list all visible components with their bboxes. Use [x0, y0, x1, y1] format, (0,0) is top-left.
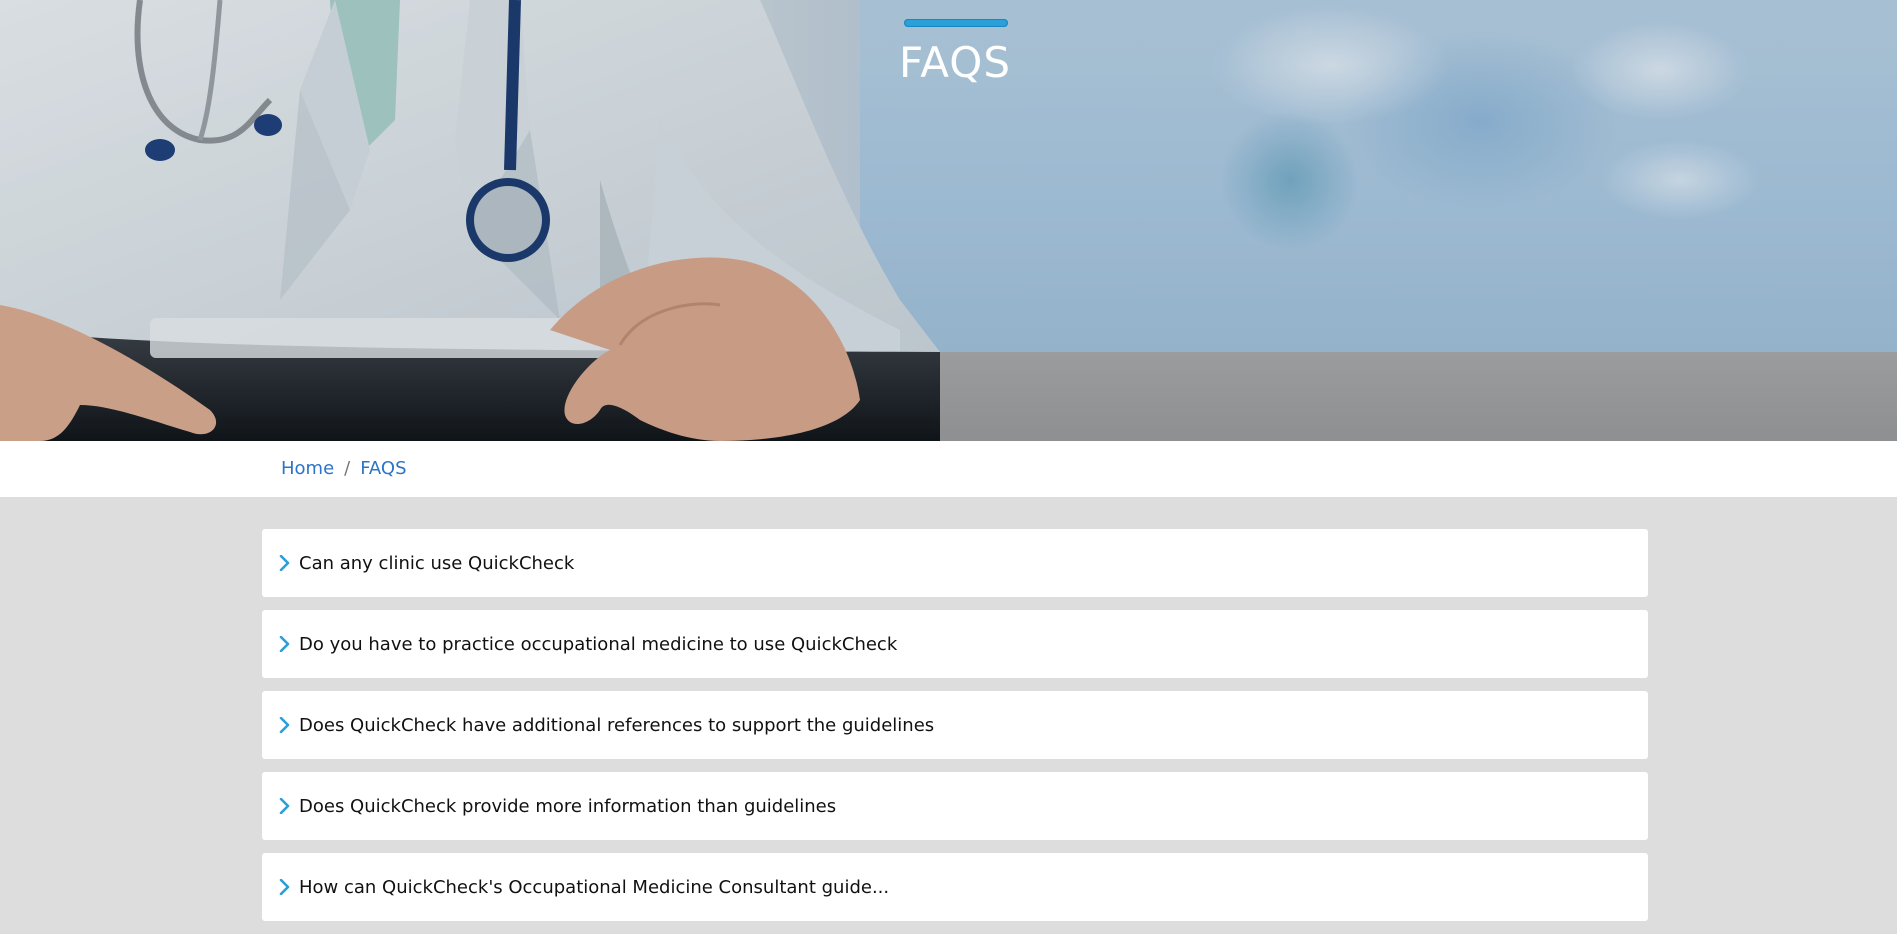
- chevron-right-icon: [279, 717, 290, 733]
- breadcrumb-current[interactable]: FAQS: [360, 458, 406, 479]
- faq-item[interactable]: Do you have to practice occupational med…: [262, 610, 1648, 678]
- title-accent-bar: [904, 19, 1008, 27]
- chevron-right-icon: [279, 555, 290, 571]
- breadcrumb-home-link[interactable]: Home: [281, 458, 334, 479]
- faq-item[interactable]: Can any clinic use QuickCheck: [262, 529, 1648, 597]
- faq-question: Can any clinic use QuickCheck: [299, 553, 575, 574]
- faq-item[interactable]: How can QuickCheck's Occupational Medici…: [262, 853, 1648, 921]
- faq-question: How can QuickCheck's Occupational Medici…: [299, 877, 890, 898]
- breadcrumb: Home / FAQS: [281, 458, 407, 479]
- faq-question: Does QuickCheck have additional referenc…: [299, 715, 935, 736]
- chevron-right-icon: [279, 798, 290, 814]
- chevron-right-icon: [279, 636, 290, 652]
- faq-item[interactable]: Does QuickCheck have additional referenc…: [262, 691, 1648, 759]
- chevron-right-icon: [279, 879, 290, 895]
- breadcrumb-bar: Home / FAQS: [0, 441, 1897, 497]
- faq-item[interactable]: Does QuickCheck provide more information…: [262, 772, 1648, 840]
- faq-list: Can any clinic use QuickCheck Do you hav…: [262, 529, 1648, 934]
- faq-question: Do you have to practice occupational med…: [299, 634, 898, 655]
- faq-question: Does QuickCheck provide more information…: [299, 796, 837, 817]
- page-title: FAQS: [898, 38, 1011, 87]
- hero-banner: FAQS: [0, 0, 1897, 441]
- breadcrumb-separator: /: [344, 458, 351, 479]
